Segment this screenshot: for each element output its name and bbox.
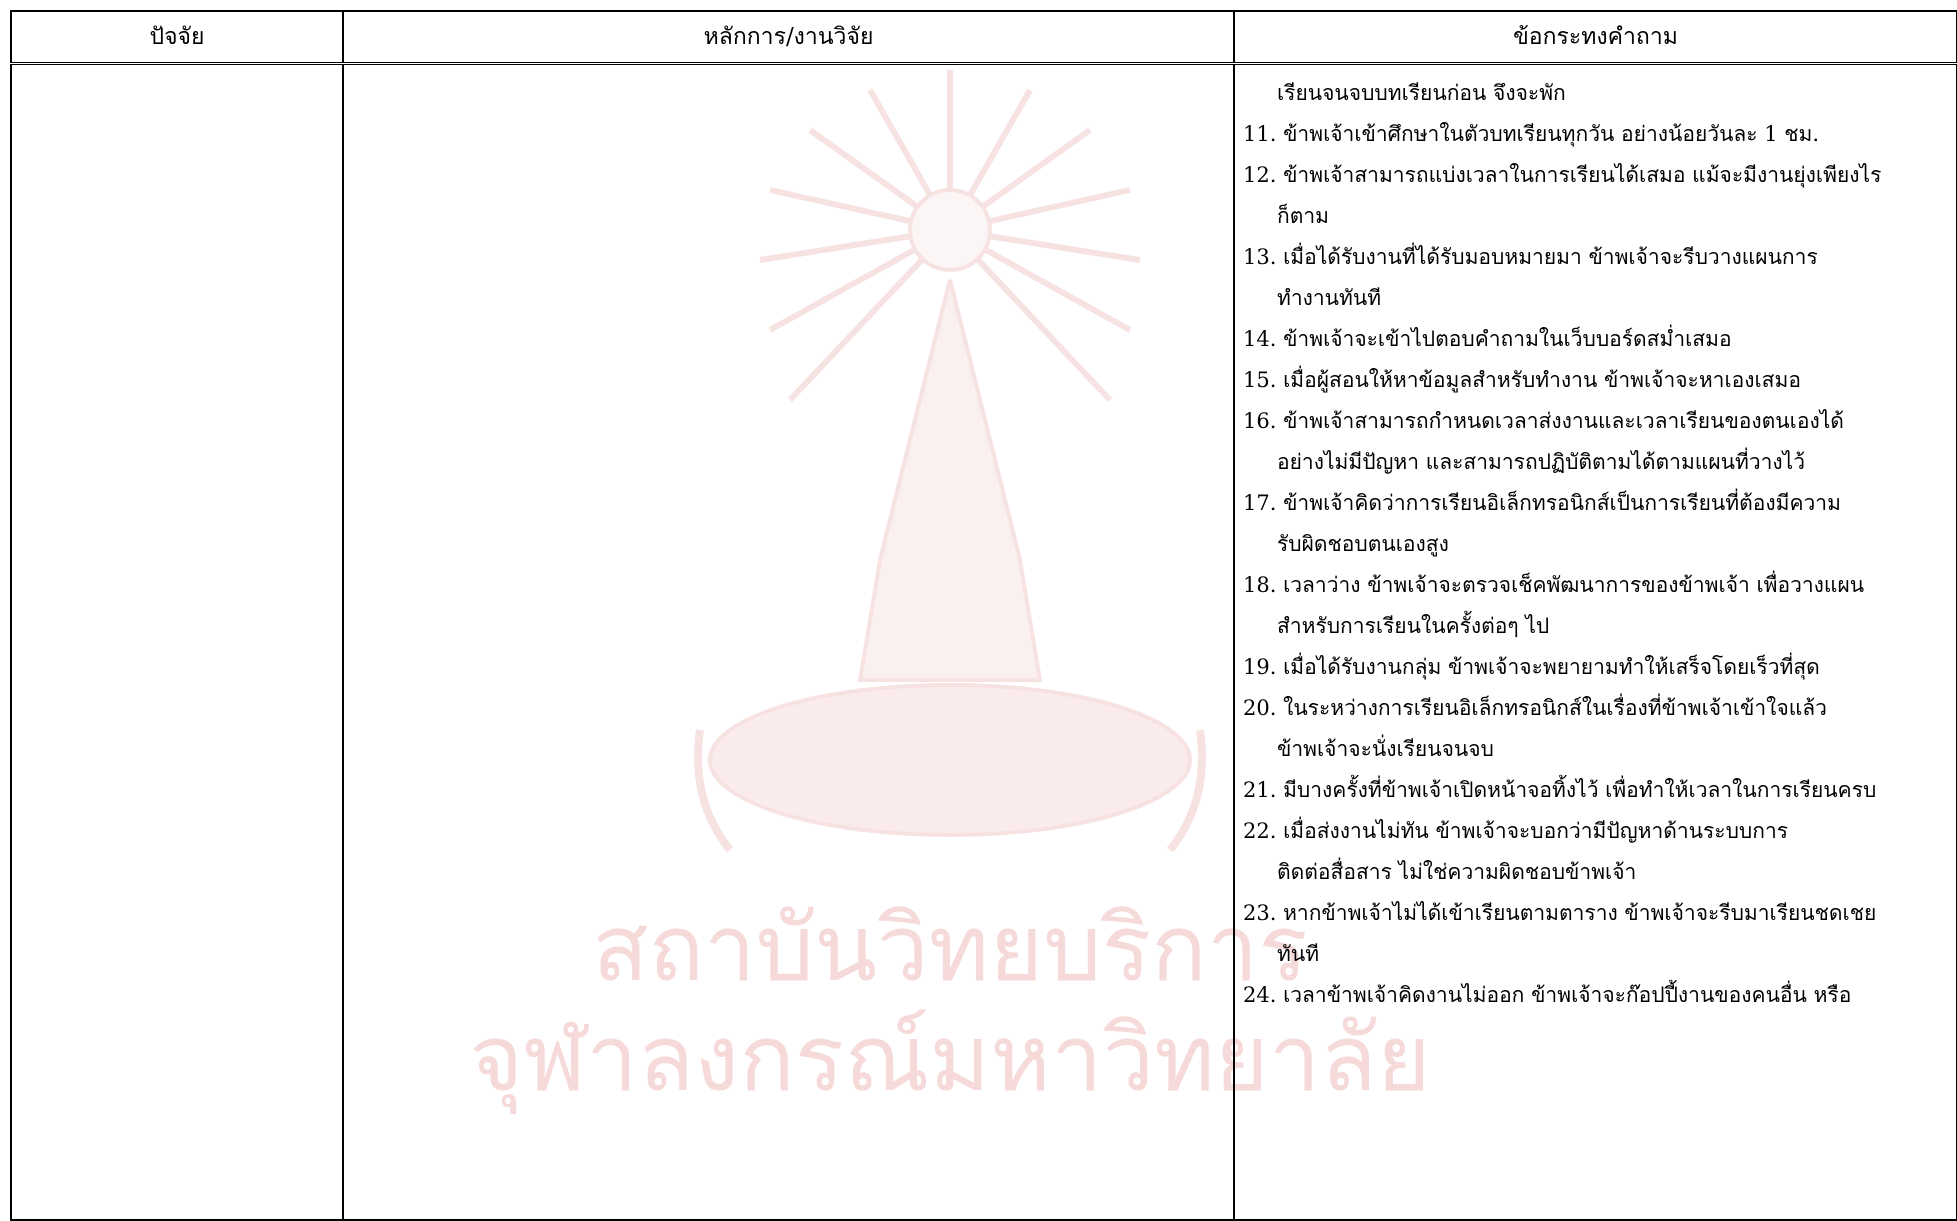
question-line: 13. เมื่อได้รับงานที่ได้รับมอบหมายมา ข้า…: [1243, 237, 1950, 278]
header-factor: ปัจจัย: [10, 10, 344, 65]
questionnaire-table: ปัจจัย หลักการ/งานวิจัย ข้อกระทงคำถาม เร…: [10, 10, 1957, 1221]
question-line-text: ติดต่อสื่อสาร ไม่ใช่ความผิดชอบข้าพเจ้า: [1277, 860, 1637, 884]
question-line: 22. เมื่อส่งงานไม่ทัน ข้าพเจ้าจะบอกว่ามี…: [1243, 811, 1950, 852]
question-line: 14. ข้าพเจ้าจะเข้าไปตอบคำถามในเว็บบอร์ดส…: [1243, 319, 1950, 360]
question-line-text: ข้าพเจ้าจะนั่งเรียนจนจบ: [1277, 737, 1494, 761]
header-question-items: ข้อกระทงคำถาม: [1233, 10, 1957, 65]
question-line: อย่างไม่มีปัญหา และสามารถปฏิบัติตามได้ตา…: [1243, 442, 1950, 483]
question-line: 12. ข้าพเจ้าสามารถแบ่งเวลาในการเรียนได้เ…: [1243, 155, 1950, 196]
question-line: 16. ข้าพเจ้าสามารถกำหนดเวลาส่งงานและเวลา…: [1243, 401, 1950, 442]
question-line-text: ก็ตาม: [1277, 204, 1329, 228]
question-line: เรียนจนจบบทเรียนก่อน จึงจะพัก: [1243, 73, 1950, 114]
question-line: สำหรับการเรียนในครั้งต่อๆ ไป: [1243, 606, 1950, 647]
question-list: เรียนจนจบบทเรียนก่อน จึงจะพัก 11. ข้าพเจ้…: [1235, 65, 1956, 1016]
question-line-text: ทำงานทันที: [1277, 286, 1382, 310]
question-line-text: 12. ข้าพเจ้าสามารถแบ่งเวลาในการเรียนได้เ…: [1243, 163, 1882, 187]
question-line-text: ทันที: [1277, 942, 1320, 966]
question-line: ทำงานทันที: [1243, 278, 1950, 319]
question-line: 17. ข้าพเจ้าคิดว่าการเรียนอิเล็กทรอนิกส์…: [1243, 483, 1950, 524]
question-line: รับผิดชอบตนเองสูง: [1243, 524, 1950, 565]
question-line: ก็ตาม: [1243, 196, 1950, 237]
header-principle-research: หลักการ/งานวิจัย: [342, 10, 1235, 65]
question-line-text: 11. ข้าพเจ้าเข้าศึกษาในตัวบทเรียนทุกวัน …: [1243, 122, 1820, 146]
question-line-text: 21. มีบางครั้งที่ข้าพเจ้าเปิดหน้าจอทิ้งไ…: [1243, 778, 1877, 802]
question-line-text: 14. ข้าพเจ้าจะเข้าไปตอบคำถามในเว็บบอร์ดส…: [1243, 327, 1732, 351]
question-line-text: อย่างไม่มีปัญหา และสามารถปฏิบัติตามได้ตา…: [1277, 450, 1806, 474]
table-row: เรียนจนจบบทเรียนก่อน จึงจะพัก 11. ข้าพเจ้…: [10, 62, 1957, 1221]
question-line-text: 18. เวลาว่าง ข้าพเจ้าจะตรวจเช็คพัฒนาการข…: [1243, 573, 1865, 597]
question-line-text: 15. เมื่อผู้สอนให้หาข้อมูลสำหรับทำงาน ข้…: [1243, 368, 1801, 392]
question-line-text: เรียนจนจบบทเรียนก่อน จึงจะพัก: [1277, 81, 1566, 105]
question-line-text: 19. เมื่อได้รับงานกลุ่ม ข้าพเจ้าจะพยายาม…: [1243, 655, 1820, 679]
question-line: ข้าพเจ้าจะนั่งเรียนจนจบ: [1243, 729, 1950, 770]
question-line: 11. ข้าพเจ้าเข้าศึกษาในตัวบทเรียนทุกวัน …: [1243, 114, 1950, 155]
question-line: ติดต่อสื่อสาร ไม่ใช่ความผิดชอบข้าพเจ้า: [1243, 852, 1950, 893]
question-line-text: สำหรับการเรียนในครั้งต่อๆ ไป: [1277, 614, 1550, 638]
table-header-row: ปัจจัย หลักการ/งานวิจัย ข้อกระทงคำถาม: [10, 10, 1957, 65]
question-line-text: 23. หากข้าพเจ้าไม่ได้เข้าเรียนตามตาราง ข…: [1243, 901, 1877, 925]
question-line: 21. มีบางครั้งที่ข้าพเจ้าเปิดหน้าจอทิ้งไ…: [1243, 770, 1950, 811]
question-line: 24. เวลาข้าพเจ้าคิดงานไม่ออก ข้าพเจ้าจะก…: [1243, 975, 1950, 1016]
question-line-text: 13. เมื่อได้รับงานที่ได้รับมอบหมายมา ข้า…: [1243, 245, 1818, 269]
question-line: 18. เวลาว่าง ข้าพเจ้าจะตรวจเช็คพัฒนาการข…: [1243, 565, 1950, 606]
question-line-text: 20. ในระหว่างการเรียนอิเล็กทรอนิกส์ในเรื…: [1243, 696, 1827, 720]
question-line: 15. เมื่อผู้สอนให้หาข้อมูลสำหรับทำงาน ข้…: [1243, 360, 1950, 401]
question-line: 23. หากข้าพเจ้าไม่ได้เข้าเรียนตามตาราง ข…: [1243, 893, 1950, 934]
question-line: ทันที: [1243, 934, 1950, 975]
question-line-text: 17. ข้าพเจ้าคิดว่าการเรียนอิเล็กทรอนิกส์…: [1243, 491, 1841, 515]
principle-research-cell: [342, 62, 1235, 1221]
question-line: 20. ในระหว่างการเรียนอิเล็กทรอนิกส์ในเรื…: [1243, 688, 1950, 729]
question-items-cell: เรียนจนจบบทเรียนก่อน จึงจะพัก 11. ข้าพเจ้…: [1233, 62, 1957, 1221]
factor-cell: [10, 62, 344, 1221]
question-line-text: 22. เมื่อส่งงานไม่ทัน ข้าพเจ้าจะบอกว่ามี…: [1243, 819, 1789, 843]
question-line-text: 24. เวลาข้าพเจ้าคิดงานไม่ออก ข้าพเจ้าจะก…: [1243, 983, 1852, 1007]
question-line-text: 16. ข้าพเจ้าสามารถกำหนดเวลาส่งงานและเวลา…: [1243, 409, 1844, 433]
question-line: 19. เมื่อได้รับงานกลุ่ม ข้าพเจ้าจะพยายาม…: [1243, 647, 1950, 688]
question-line-text: รับผิดชอบตนเองสูง: [1277, 532, 1449, 556]
